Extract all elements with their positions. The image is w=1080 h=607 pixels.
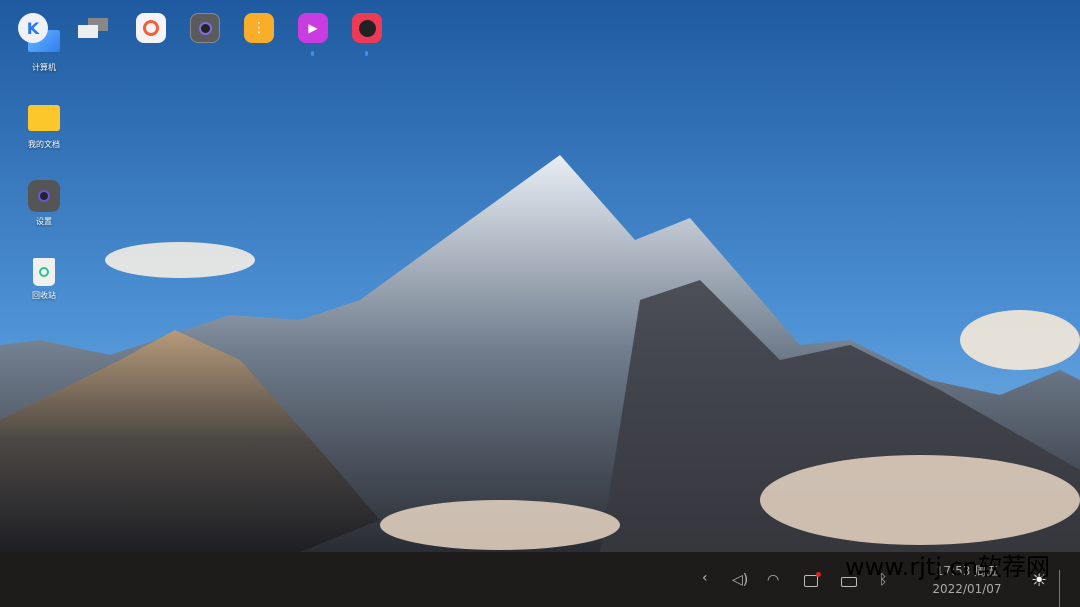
wifi-icon[interactable]: ◠ [767,572,779,588]
desktop-icon-documents[interactable]: 我的文档 [14,105,74,150]
settings-app-button[interactable] [190,13,220,43]
desktop-wallpaper [0,0,1080,552]
multitask-view-button[interactable] [78,13,108,43]
search-app-icon [143,20,159,36]
show-desktop-divider[interactable] [1059,570,1060,607]
watermark: www.rjtj.cn软荐网 [845,553,1050,581]
desktop-icon-label: 回收站 [32,291,56,300]
settings-icon [28,180,60,212]
file-transfer-button[interactable]: ⋮ [244,13,274,43]
notification-icon[interactable] [804,572,821,587]
video-icon: ▶ [308,21,318,35]
tray-expand-button[interactable]: ‹ [702,570,708,586]
kylin-logo-icon: K [26,18,40,38]
clock-date: 2022/01/07 [932,582,1002,596]
desktop-icon-label: 我的文档 [28,140,60,149]
windows-icon [78,18,108,38]
volume-icon[interactable]: ◁) [732,572,748,588]
folder-icon [28,105,60,131]
running-indicator [311,51,314,56]
trash-icon [33,258,55,286]
desktop-icon-settings[interactable]: 设置 [14,180,74,227]
desktop-icon-label: 计算机 [32,63,56,72]
running-indicator [365,51,368,56]
search-app-button[interactable] [136,13,166,43]
desktop-icon-trash[interactable]: 回收站 [14,258,74,301]
music-player-button[interactable] [352,13,382,56]
video-player-button[interactable]: ▶ [298,13,328,56]
transfer-icon: ⋮ [252,20,266,36]
settings-icon [198,21,212,35]
start-menu-button[interactable]: K [18,13,48,43]
music-icon [358,19,376,37]
desktop-icon-label: 设置 [36,217,52,226]
